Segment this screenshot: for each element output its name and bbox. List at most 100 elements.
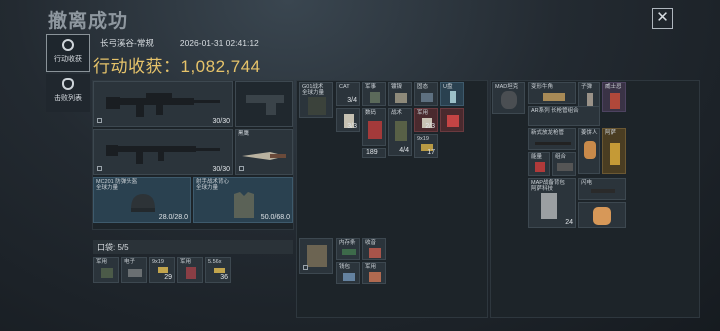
item-count: 3/4 <box>347 97 357 104</box>
mask-icon <box>501 91 517 109</box>
helmet-label: MC201 防弹头盔 全球力量 <box>96 179 137 191</box>
item-label: 固态 <box>417 84 429 90</box>
backpack-asa[interactable]: 阿萨 <box>602 128 626 174</box>
gingerbread-icon <box>584 141 596 159</box>
armor-slot[interactable]: 射手战术背心 全球力量 50.0/68.0 <box>193 177 293 223</box>
item-label: AR系列 长枪管组合 <box>531 108 579 114</box>
pocket-item-5[interactable]: 5.56x 36 <box>205 257 231 283</box>
small-bag-slot[interactable] <box>299 238 333 274</box>
backpack-mad-helmet[interactable]: MAD坦克 <box>492 82 525 114</box>
backpack-whiskey[interactable]: 威士忌 <box>602 82 626 112</box>
rig-item-military[interactable]: 军事 <box>362 82 386 106</box>
rig-item-bandage[interactable]: 3/3 <box>336 108 360 132</box>
item-icon <box>591 189 615 193</box>
bag-item-military[interactable]: 军用 <box>362 262 386 284</box>
backpack-gingerbread[interactable]: 姜饼人 <box>578 128 600 174</box>
bag-item-ram[interactable]: 内存条 <box>336 238 360 260</box>
raid-meta: 长弓溪谷-常规 2026-01-31 02:41:12 <box>100 37 285 49</box>
pocket-item-label: 军用 <box>96 259 108 265</box>
item-label: 军用 <box>365 264 377 270</box>
wallet-icon <box>343 273 355 281</box>
helmet-slot[interactable]: MC201 防弹头盔 全球力量 28.0/28.0 <box>93 177 191 223</box>
item-count: 24 <box>565 219 573 226</box>
item-icon <box>186 267 196 279</box>
armor-label: 射手战术背心 全球力量 <box>196 179 229 191</box>
item-label: 钱包 <box>339 264 351 270</box>
backpack-icon <box>541 193 557 219</box>
sidearm-slot[interactable] <box>235 81 293 127</box>
item-icon <box>421 93 433 102</box>
item-label: 军用 <box>417 110 429 116</box>
item-icon <box>368 121 382 139</box>
rig-item-usb[interactable]: U盘 <box>440 82 464 106</box>
item-label: MAD坦克 <box>495 84 519 90</box>
melee-slot[interactable]: 黑鹰 <box>235 129 293 175</box>
primary-weapon-slot[interactable]: 30/30 <box>93 81 233 127</box>
item-label: 内存条 <box>339 240 356 246</box>
medkit-icon <box>447 115 459 127</box>
rig-item-medkit[interactable] <box>440 108 464 132</box>
vase-icon <box>610 143 620 165</box>
tab-kills[interactable]: 击败列表 <box>46 74 90 112</box>
rig-item-ammo-box[interactable]: 189 <box>362 148 386 158</box>
slot-lock-icon <box>239 166 244 171</box>
item-icon <box>369 248 381 258</box>
raid-datetime: 2026-01-31 02:41:12 <box>179 38 259 48</box>
rig-item-9x19[interactable]: 9x19 17 <box>414 134 438 158</box>
backpack-combo[interactable]: 组合 <box>552 152 576 176</box>
item-label: 新式放龙枪管 <box>531 130 565 136</box>
close-icon: ✕ <box>656 9 669 26</box>
backpack-horn[interactable]: 变形牛角 <box>528 82 576 104</box>
haul-total: 行动收获：1,082,744 <box>93 52 261 77</box>
tab-haul[interactable]: 行动收获 <box>46 34 90 72</box>
item-label: 子弹 <box>581 84 593 90</box>
knife-icon <box>242 152 286 160</box>
barrel-icon <box>535 142 571 145</box>
pocket-item-1[interactable]: 军用 <box>93 257 119 283</box>
secondary-weapon-slot[interactable]: 30/30 <box>93 129 233 175</box>
bag-item-wallet[interactable]: 钱包 <box>336 262 360 284</box>
item-icon <box>557 163 573 171</box>
item-icon <box>370 92 380 103</box>
rig-item-digital[interactable]: 数码 <box>362 108 386 146</box>
rig-item-cat[interactable]: CAT 3/4 <box>336 82 360 106</box>
rig-item-military-med[interactable]: 军用 2/3 <box>414 108 438 132</box>
item-count: 2/3 <box>425 123 435 130</box>
backpack-energy[interactable]: 能量 <box>528 152 550 176</box>
helmet-sub: 全球力量 <box>96 185 119 191</box>
pistol-icon <box>246 95 284 115</box>
item-icon <box>128 269 142 277</box>
backpack-lightning[interactable]: 闪电 <box>578 178 626 200</box>
helmet-durability: 28.0/28.0 <box>158 214 188 221</box>
target-icon <box>62 39 74 51</box>
pocket-item-2[interactable]: 电子 <box>121 257 147 283</box>
pocket-item-4[interactable]: 军用 <box>177 257 203 283</box>
rig-icon <box>308 97 326 115</box>
rig-item-ssd[interactable]: 固态 <box>414 82 438 106</box>
item-label: 收音 <box>365 240 377 246</box>
pocket-item-label: 电子 <box>124 259 136 265</box>
rig-item-nickel[interactable]: 镀镍 <box>388 82 412 106</box>
backpack-gingerbread-2[interactable] <box>578 202 626 228</box>
ammo-icon <box>214 268 225 273</box>
secondary-ammo: 30/30 <box>212 166 230 173</box>
item-icon <box>395 93 407 103</box>
item-icon <box>101 268 113 278</box>
tab-kills-label: 击败列表 <box>54 95 82 102</box>
haul-value: 1,082,744 <box>180 57 261 76</box>
bag-item-radio[interactable]: 收音 <box>362 238 386 260</box>
backpack-new-barrel[interactable]: 新式放龙枪管 <box>528 128 576 150</box>
item-label: 阿萨 <box>605 130 617 136</box>
item-count: 4/4 <box>399 147 409 154</box>
ammo-icon <box>158 267 168 273</box>
backpack-map[interactable]: MAP战备背包 阿萨科技 24 <box>528 178 576 228</box>
chest-rig-slot[interactable]: G01战术 全球力量 <box>299 82 333 118</box>
pocket-item-label: 军用 <box>180 259 192 265</box>
tab-haul-label: 行动收获 <box>54 56 82 63</box>
close-button[interactable]: ✕ <box>652 8 673 29</box>
rig-item-tactical[interactable]: 战术 4/4 <box>388 108 412 156</box>
backpack-ar-barrel[interactable]: AR系列 长枪管组合 <box>528 106 600 126</box>
item-label: 姜饼人 <box>581 130 598 136</box>
skull-icon <box>62 78 74 90</box>
pocket-item-3[interactable]: 9x19 29 <box>149 257 175 283</box>
